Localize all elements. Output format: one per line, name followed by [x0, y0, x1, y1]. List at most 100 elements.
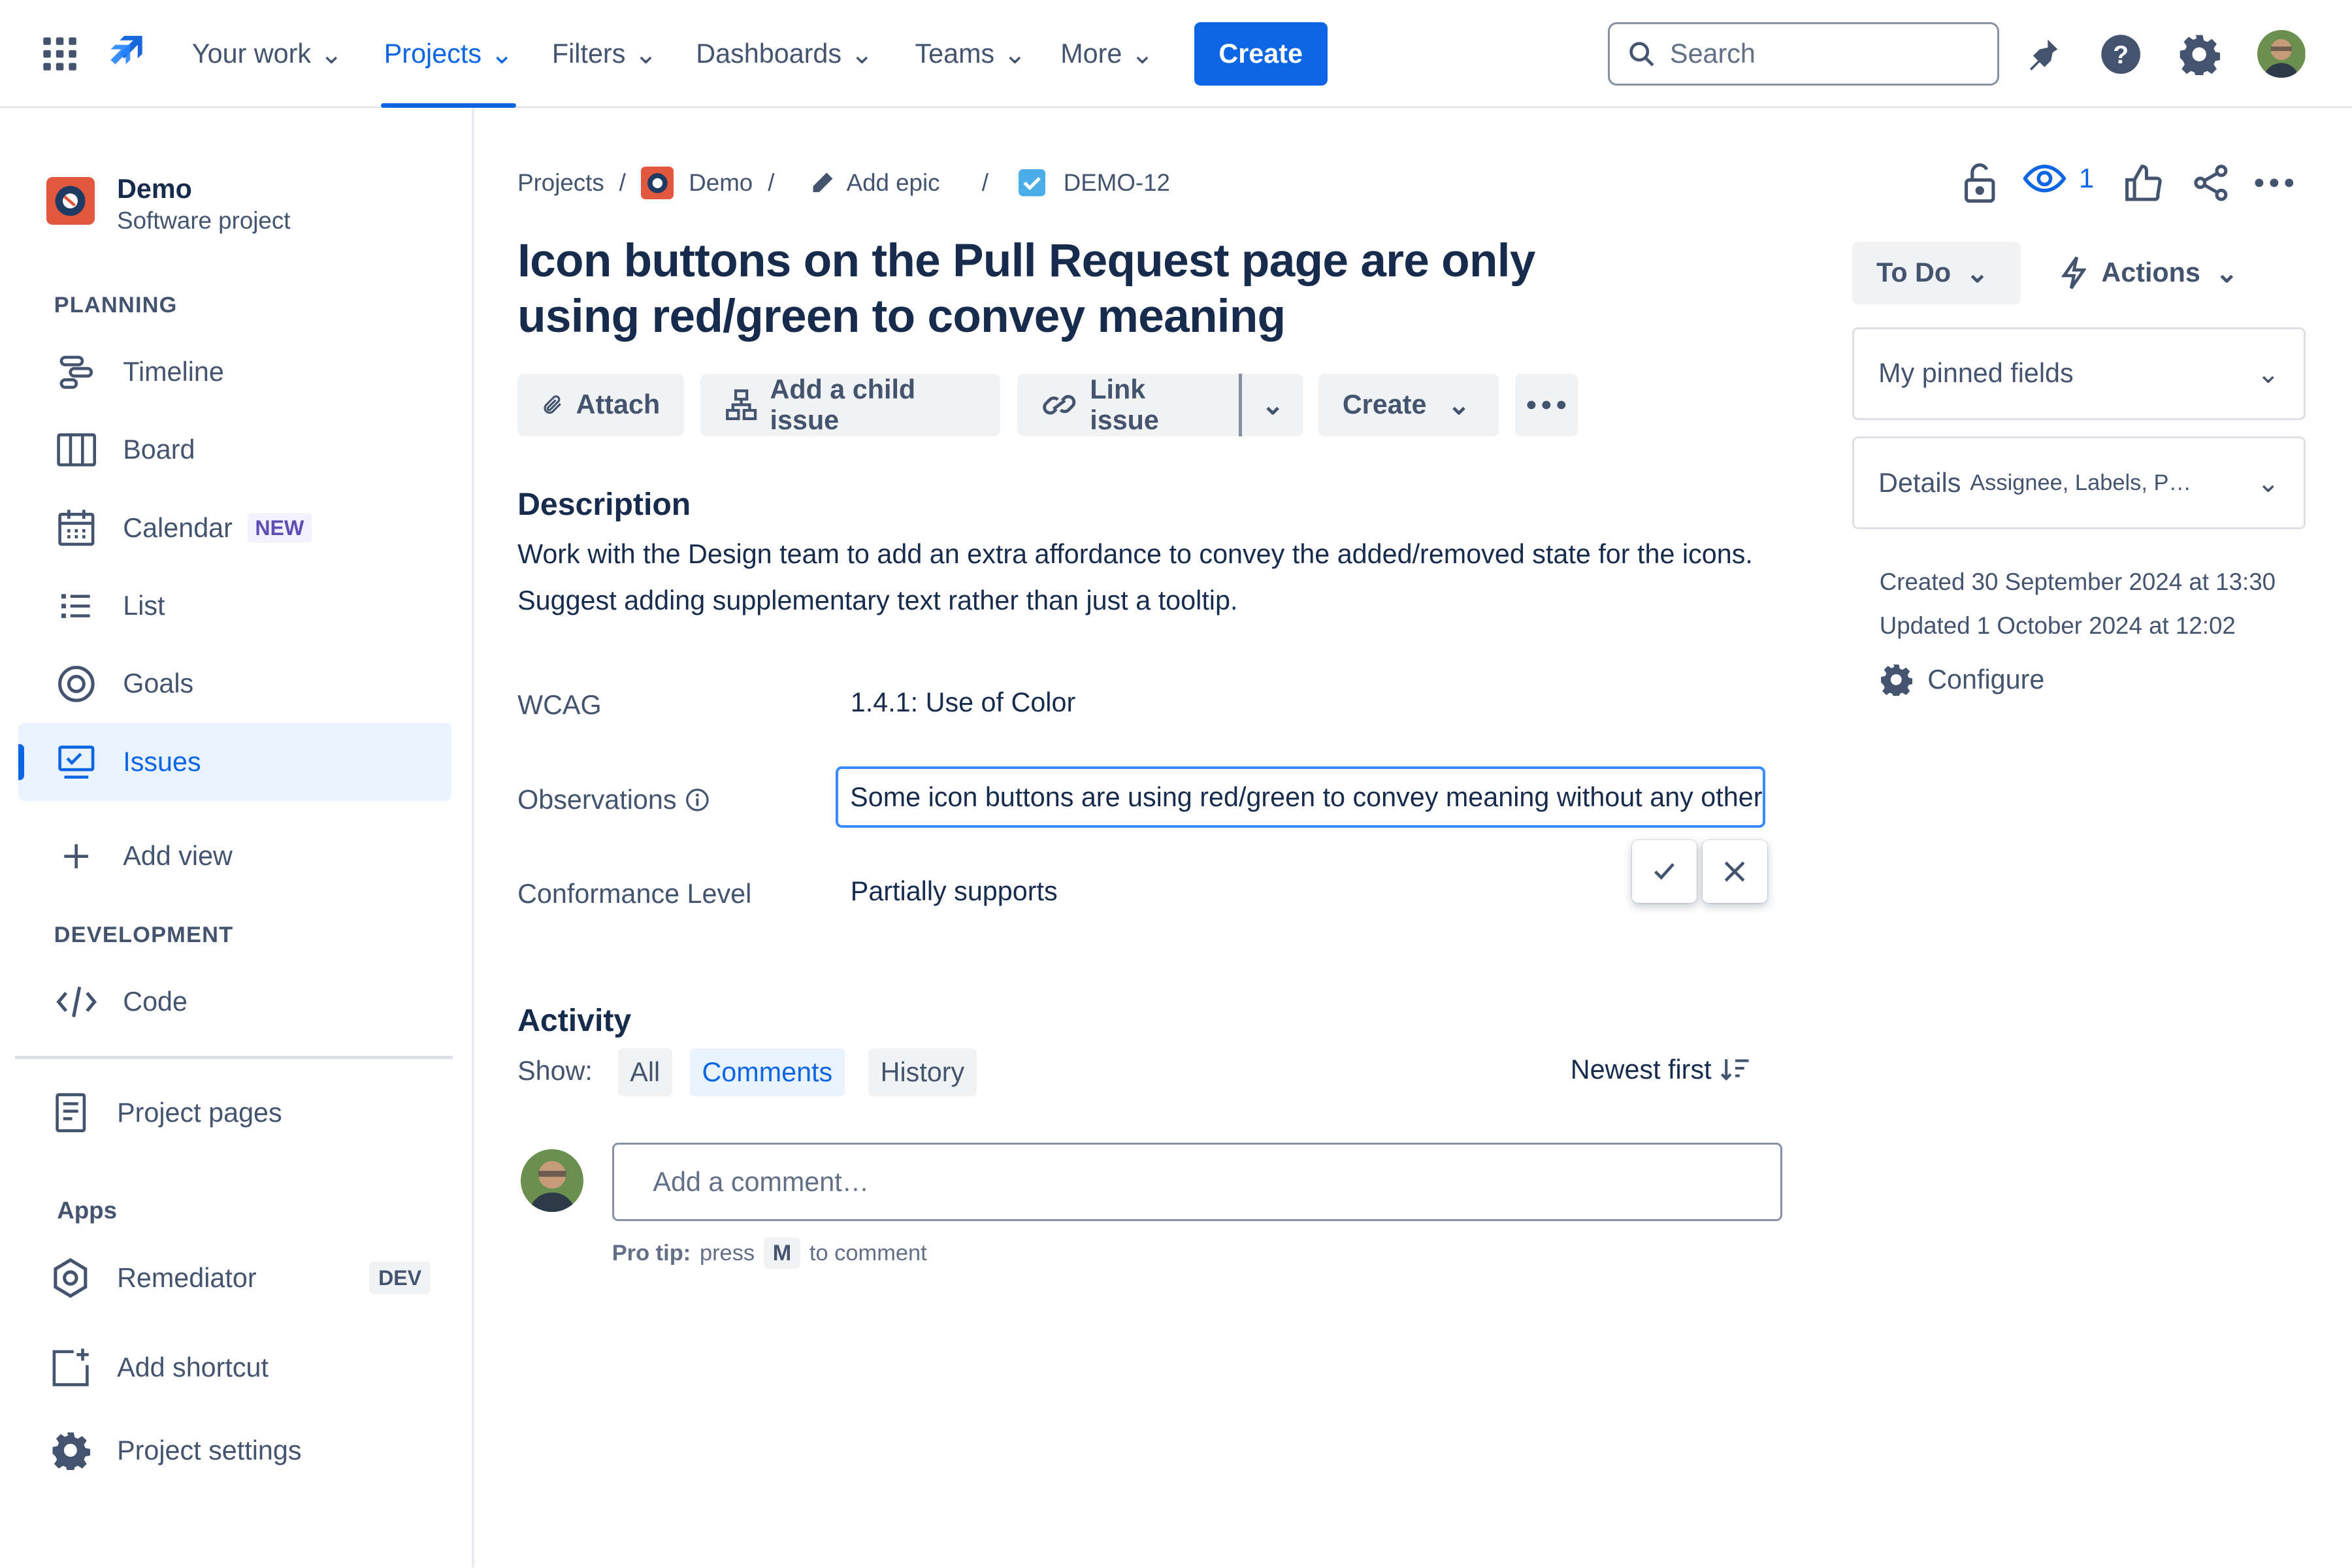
conformance-label: Conformance Level — [517, 879, 752, 909]
jira-logo-icon[interactable] — [102, 30, 150, 78]
search-input[interactable]: Search — [1608, 22, 2000, 86]
conformance-value[interactable]: Partially supports — [851, 876, 1058, 907]
sort-newest-first[interactable]: Newest first — [1571, 1054, 1750, 1085]
sidebar-item-project-pages[interactable]: Project pages — [12, 1074, 446, 1152]
breadcrumb-issue-key[interactable]: DEMO-12 — [1064, 169, 1170, 197]
thumbs-up-icon[interactable] — [2119, 159, 2167, 206]
close-icon — [1724, 861, 1745, 882]
sidebar-item-project-settings[interactable]: Project settings — [12, 1411, 446, 1489]
project-name[interactable]: Demo — [117, 174, 192, 204]
filter-comments[interactable]: Comments — [690, 1048, 845, 1097]
filter-history[interactable]: History — [868, 1048, 977, 1097]
issues-icon — [54, 740, 99, 785]
link-icon — [1043, 395, 1076, 415]
breadcrumb-project[interactable]: Demo — [689, 169, 753, 197]
watch-count: 1 — [2079, 163, 2095, 193]
chevron-down-icon: ⌄ — [1447, 389, 1471, 420]
add-child-issue-button[interactable]: Add a child issue — [700, 373, 1001, 437]
cancel-button[interactable] — [1702, 840, 1767, 904]
sidebar-item-remediator[interactable]: Remediator DEV — [12, 1239, 446, 1316]
nav-projects[interactable]: Projects ⌄ — [381, 0, 517, 108]
project-avatar-small — [640, 166, 674, 200]
add-shortcut-icon — [48, 1345, 93, 1390]
sidebar-item-timeline[interactable]: Timeline — [18, 333, 452, 411]
list-icon — [54, 583, 99, 629]
new-badge: NEW — [247, 513, 312, 544]
sidebar-item-label: Timeline — [123, 356, 224, 387]
nav-your-work[interactable]: Your work ⌄ — [192, 0, 343, 108]
lightning-icon — [2061, 256, 2087, 289]
sidebar-item-issues[interactable]: Issues — [18, 723, 452, 801]
info-icon[interactable] — [685, 788, 710, 812]
planning-heading: PLANNING — [54, 292, 178, 318]
confirm-button[interactable] — [1631, 840, 1697, 904]
task-type-icon — [1018, 169, 1046, 197]
chevron-down-icon: ⌄ — [319, 39, 343, 69]
more-icon[interactable] — [2250, 159, 2298, 206]
apps-heading: Apps — [57, 1197, 118, 1224]
sidebar-item-calendar[interactable]: Calendar NEW — [18, 489, 452, 566]
comment-input[interactable]: Add a comment… — [612, 1143, 1782, 1221]
create-dropdown-button[interactable]: Create ⌄ — [1318, 373, 1499, 437]
search-icon — [1629, 42, 1654, 67]
sidebar-item-label: Board — [123, 434, 195, 465]
pro-tip: Pro tip: press M to comment — [612, 1237, 927, 1269]
create-button[interactable]: Create — [1194, 22, 1328, 86]
add-view-label: Add view — [123, 841, 233, 872]
keyboard-key: M — [763, 1237, 801, 1269]
settings-gear-icon[interactable] — [2175, 30, 2223, 78]
unlock-icon[interactable] — [1956, 159, 2004, 206]
link-issue-button[interactable]: Link issue — [1017, 373, 1239, 437]
project-type: Software project — [117, 206, 291, 234]
actions-dropdown[interactable]: Actions ⌄ — [2037, 242, 2262, 304]
page-icon — [48, 1090, 93, 1135]
nav-dashboards[interactable]: Dashboards ⌄ — [696, 0, 873, 108]
watch-button[interactable]: 1 — [2022, 162, 2094, 195]
chevron-down-icon: ⌄ — [634, 39, 657, 69]
nav-teams[interactable]: Teams ⌄ — [915, 0, 1026, 108]
show-label: Show: — [517, 1056, 593, 1086]
user-avatar[interactable] — [2257, 29, 2306, 78]
chevron-down-icon: ⌄ — [2257, 468, 2280, 498]
chevron-down-icon: ⌄ — [2215, 257, 2238, 288]
paperclip-icon — [544, 395, 561, 414]
sidebar-item-code[interactable]: Code — [18, 963, 452, 1041]
breadcrumb-add-epic[interactable]: Add epic — [847, 169, 940, 197]
nav-filters[interactable]: Filters ⌄ — [552, 0, 657, 108]
project-avatar — [46, 176, 95, 225]
details-panel[interactable]: Details Assignee, Labels, P… ⌄ — [1852, 436, 2306, 530]
sidebar-item-label: Code — [123, 987, 188, 1017]
wcag-value[interactable]: 1.4.1: Use of Color — [851, 687, 1075, 718]
nav-more[interactable]: More ⌄ — [1060, 0, 1154, 108]
sidebar-item-label: List — [123, 591, 165, 621]
link-issue-dropdown[interactable]: ⌄ — [1242, 373, 1304, 437]
calendar-icon — [54, 506, 99, 551]
pencil-icon — [810, 171, 834, 195]
sidebar-item-goals[interactable]: Goals — [18, 645, 452, 723]
app-switcher-icon[interactable] — [36, 30, 84, 78]
share-icon[interactable] — [2187, 159, 2234, 206]
chevron-down-icon: ⌄ — [850, 39, 874, 69]
pinned-fields-panel[interactable]: My pinned fields ⌄ — [1852, 327, 2306, 420]
sidebar-item-board[interactable]: Board — [18, 411, 452, 489]
project-sidebar: Demo Software project PLANNING Timeline … — [0, 108, 474, 1568]
sidebar-item-list[interactable]: List — [18, 567, 452, 645]
more-actions-button[interactable] — [1514, 373, 1578, 437]
help-icon[interactable]: ? — [2097, 30, 2145, 78]
chevron-down-icon: ⌄ — [1261, 389, 1284, 420]
sidebar-item-label: Remediator — [117, 1262, 257, 1293]
notifications-icon[interactable] — [2019, 30, 2066, 78]
observations-input[interactable]: Some icon buttons are using red/green to… — [835, 766, 1766, 828]
description-text[interactable]: Work with the Design team to add an extr… — [517, 531, 1763, 624]
configure-button[interactable]: Configure — [1880, 663, 2044, 696]
issue-title[interactable]: Icon buttons on the Pull Request page ar… — [517, 234, 1658, 345]
attach-button[interactable]: Attach — [517, 373, 684, 437]
add-view-button[interactable]: Add view — [18, 817, 452, 895]
breadcrumb-projects[interactable]: Projects — [517, 169, 604, 197]
svg-text:?: ? — [2113, 41, 2129, 69]
filter-all[interactable]: All — [617, 1048, 672, 1097]
comment-user-avatar — [520, 1149, 584, 1213]
created-date: Created 30 September 2024 at 13:30 — [1879, 568, 2276, 596]
status-dropdown[interactable]: To Do ⌄ — [1852, 241, 2021, 305]
add-shortcut-button[interactable]: Add shortcut — [12, 1329, 446, 1407]
